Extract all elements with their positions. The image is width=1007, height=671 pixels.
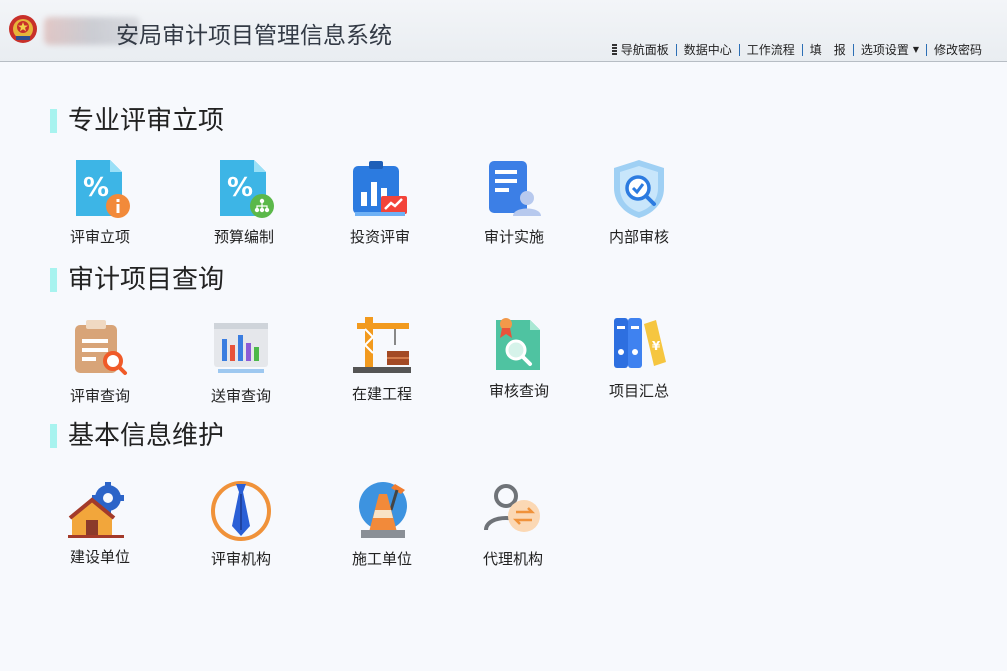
percent-document-icon: % — [76, 160, 130, 218]
shield-search-icon — [614, 160, 664, 218]
clipboard-search-icon — [75, 320, 127, 375]
svg-text:¥: ¥ — [652, 339, 661, 353]
workflow-link[interactable]: 工作流程 — [740, 41, 802, 58]
tile-budget[interactable]: % 预算编制 — [189, 158, 299, 247]
tile-label: 评审立项 — [69, 228, 130, 246]
percent-document-network-icon: % — [220, 160, 274, 218]
report-link[interactable]: 填 报 — [803, 41, 853, 58]
tile-label: 评审查询 — [69, 387, 130, 405]
app-header: 安局审计项目管理信息系统 导航面板 数据中心 工作流程 填 报 选项设置 ▼ 修… — [0, 0, 1007, 62]
tile-label: 审计实施 — [483, 228, 544, 246]
document-user-icon — [489, 161, 541, 216]
tile-label: 送审查询 — [210, 387, 271, 405]
tile-construction-unit[interactable]: 建设单位 — [45, 480, 155, 567]
svg-text:%: % — [83, 173, 109, 203]
necktie-icon — [211, 481, 271, 541]
tile-review-project[interactable]: % 评审立项 — [45, 158, 155, 247]
tile-review-agency[interactable]: 评审机构 — [186, 480, 296, 569]
bar-chart-board-icon — [214, 323, 268, 373]
tile-label: 在建工程 — [351, 385, 412, 403]
top-navigation: 导航面板 数据中心 工作流程 填 报 选项设置 ▼ 修改密码 — [605, 41, 989, 58]
grip-icon — [611, 44, 617, 55]
options-dropdown[interactable]: 选项设置 ▼ — [854, 41, 926, 58]
data-center-link[interactable]: 数据中心 — [677, 41, 739, 58]
tile-label: 内部审核 — [608, 228, 669, 246]
tile-agent-agency[interactable]: 代理机构 — [458, 480, 568, 569]
user-exchange-icon — [484, 484, 540, 532]
tile-label: 预算编制 — [213, 228, 274, 246]
tile-review-query[interactable]: 评审查询 — [45, 317, 155, 406]
app-title: 安局审计项目管理信息系统 — [116, 23, 392, 49]
tile-investment-review[interactable]: 投资评审 — [325, 158, 435, 247]
section-title-basic-info: 基本信息维护 — [50, 422, 224, 450]
tile-label: 审核查询 — [488, 382, 549, 400]
tile-label: 投资评审 — [349, 228, 410, 246]
tile-label: 代理机构 — [482, 550, 543, 568]
traffic-cone-icon — [359, 482, 407, 538]
tile-construction-in-progress[interactable]: 在建工程 — [327, 315, 437, 404]
tile-submission-query[interactable]: 送审查询 — [186, 317, 296, 406]
tile-builder-unit[interactable]: 施工单位 — [327, 480, 437, 569]
tile-project-summary[interactable]: ¥ 项目汇总 — [584, 314, 694, 401]
binders-icon: ¥ — [614, 318, 666, 368]
caret-down-icon: ▼ — [912, 45, 919, 54]
construction-crane-icon — [353, 317, 411, 373]
section-title-review-project: 专业评审立项 — [50, 107, 224, 135]
investment-chart-icon — [353, 161, 407, 216]
tile-label: 项目汇总 — [608, 382, 669, 400]
svg-text:%: % — [227, 173, 253, 203]
section-title-project-query: 审计项目查询 — [50, 266, 224, 294]
house-gear-icon — [68, 482, 124, 538]
tile-internal-audit[interactable]: 内部审核 — [584, 158, 694, 247]
change-password-link[interactable]: 修改密码 — [927, 41, 989, 58]
tile-label: 评审机构 — [210, 550, 271, 568]
tile-label: 施工单位 — [351, 550, 412, 568]
tile-audit-query[interactable]: 审核查询 — [464, 314, 574, 401]
tile-label: 建设单位 — [69, 548, 130, 566]
police-emblem-icon — [9, 15, 37, 43]
nav-panel-link[interactable]: 导航面板 — [605, 41, 676, 58]
tile-audit-implementation[interactable]: 审计实施 — [459, 158, 569, 247]
certificate-search-icon — [496, 318, 540, 370]
